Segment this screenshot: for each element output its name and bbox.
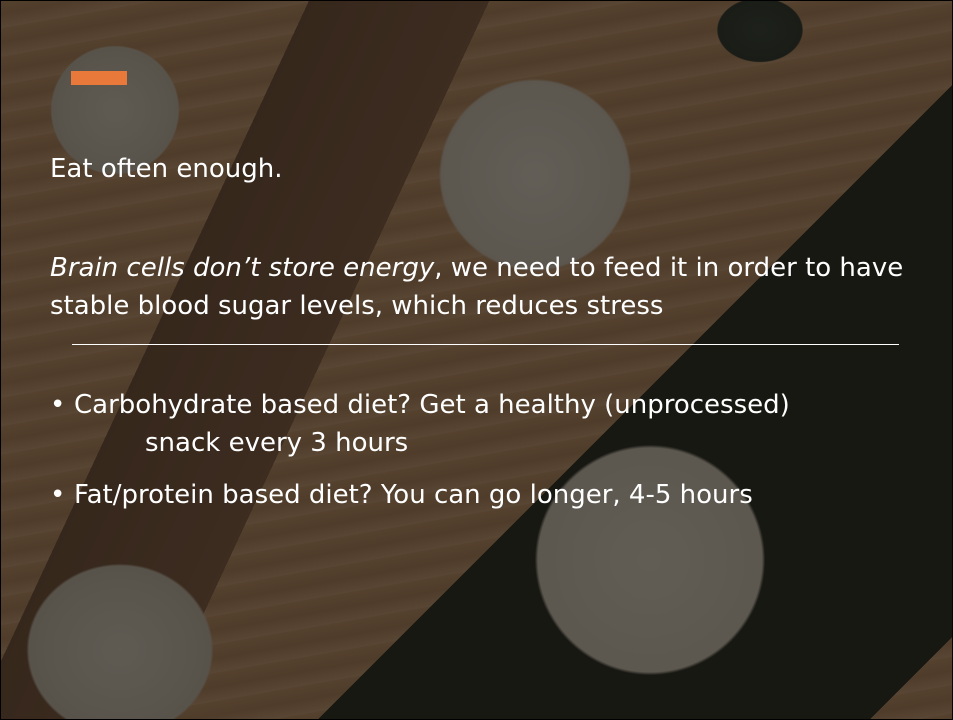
bullet-text-line2: snack every 3 hours	[145, 428, 409, 458]
bullet-glyph: •	[50, 480, 66, 510]
slide-paragraph: Brain cells don’t store energy, we need …	[50, 249, 920, 325]
slide-heading: Eat often enough.	[50, 154, 283, 184]
background-food-photo-overlay	[0, 0, 953, 720]
bullet-item-fat-protein: • Fat/protein based diet? You can go lon…	[50, 476, 930, 514]
divider-line	[72, 344, 899, 345]
accent-bar	[71, 71, 127, 85]
slide: Eat often enough. Brain cells don’t stor…	[0, 0, 953, 720]
bullet-text-line1: Carbohydrate based diet? Get a healthy (…	[74, 390, 790, 420]
bullet-text-line1: Fat/protein based diet? You can go longe…	[74, 480, 753, 510]
bullet-list: • Carbohydrate based diet? Get a healthy…	[50, 386, 930, 528]
paragraph-italic-text: Brain cells don’t store energy	[50, 253, 435, 283]
bullet-glyph: •	[50, 390, 66, 420]
bullet-item-carbohydrate: • Carbohydrate based diet? Get a healthy…	[50, 386, 930, 462]
